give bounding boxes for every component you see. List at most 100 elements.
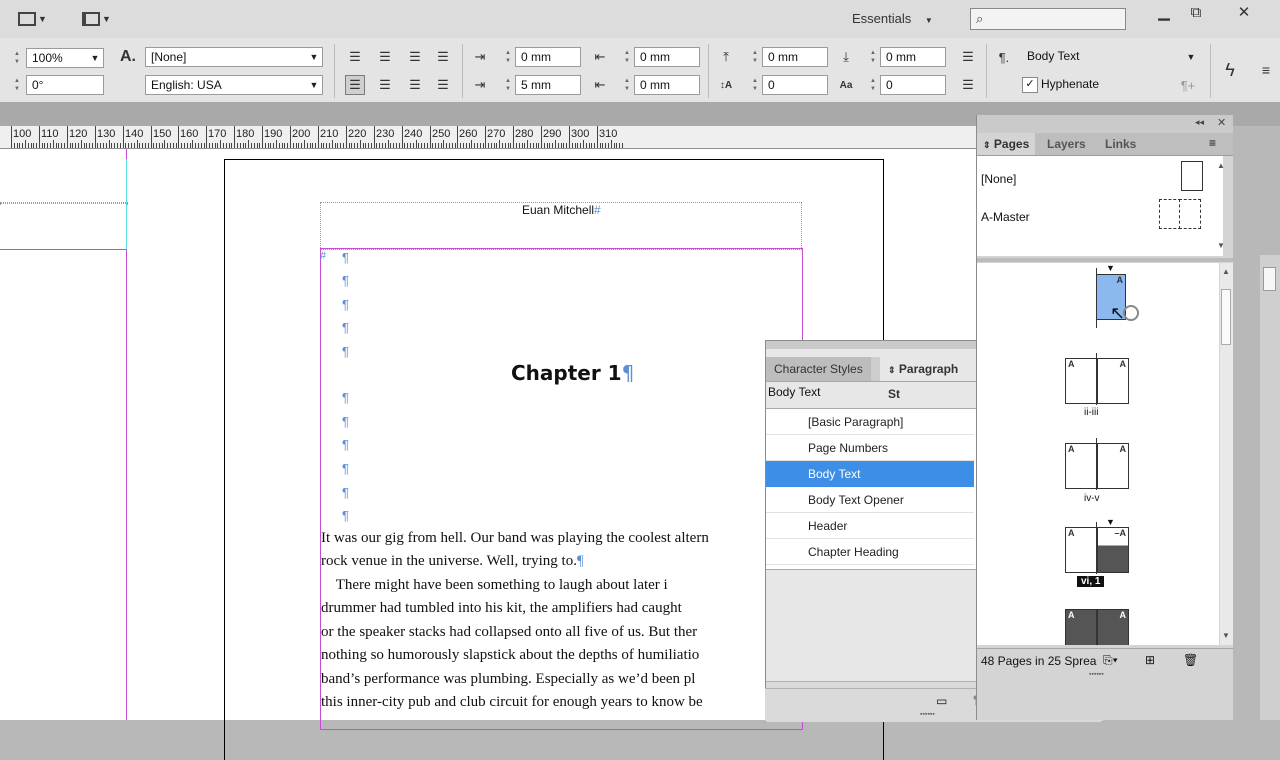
list-item[interactable]: [Basic Paragraph]: [766, 409, 974, 435]
list-item[interactable]: Header: [766, 513, 974, 539]
master-a-left-thumbnail[interactable]: [1159, 199, 1181, 229]
align-towards-spine-icon[interactable]: ☰: [433, 47, 453, 67]
trash-icon[interactable]: 🗑: [1183, 653, 1198, 667]
page-thumbnail[interactable]: A: [1065, 527, 1097, 573]
tab-sort-icon: ⇕: [888, 365, 896, 375]
justify-center-icon[interactable]: ☰: [375, 75, 395, 95]
drop-cap-lines-field[interactable]: 0: [762, 75, 828, 95]
restore-button[interactable]: ⧉: [1176, 2, 1216, 22]
justify-all-icon[interactable]: ☰: [405, 75, 425, 95]
ruler-minor-tick: [508, 143, 509, 148]
page-thumbnail[interactable]: A: [1065, 358, 1097, 404]
body-text-span: rock venue in the universe. Well, trying…: [321, 553, 577, 569]
quick-apply-icon[interactable]: ϟ: [1220, 60, 1240, 80]
page-thumbnail[interactable]: –A: [1097, 527, 1129, 573]
page-thumbnail[interactable]: A: [1065, 609, 1097, 645]
panel-drag-bar[interactable]: ◂◂ ✕: [977, 115, 1233, 133]
chevron-down-icon: ▼: [102, 14, 111, 24]
tab-layers[interactable]: Layers: [1039, 133, 1094, 155]
align-center-icon[interactable]: ☰: [375, 47, 395, 67]
pages-scrollbar[interactable]: ▲ ▼: [1220, 263, 1233, 645]
master-none-thumbnail[interactable]: [1181, 161, 1203, 191]
page-thumbnail[interactable]: A: [1097, 443, 1129, 489]
list-item-selected[interactable]: Body Text: [766, 461, 974, 487]
bullets-icon[interactable]: ☰: [958, 47, 978, 67]
ruler-minor-tick: [204, 143, 205, 148]
last-line-indent-field[interactable]: 0 mm: [634, 75, 700, 95]
chevron-down-icon[interactable]: ▼: [307, 76, 321, 94]
language-dropdown[interactable]: English: USA: [145, 75, 323, 95]
paragraph-style-dropdown[interactable]: Body Text: [1022, 47, 1202, 67]
list-item[interactable]: Chapter Heading: [766, 539, 974, 565]
rotation-field[interactable]: 0°: [26, 75, 104, 95]
panel-menu-icon[interactable]: ≡: [1256, 60, 1276, 80]
right-indent-stepper[interactable]: ▲ ▼: [622, 47, 632, 67]
chevron-down-icon[interactable]: ▼: [88, 49, 102, 67]
pilcrow-icon: ¶: [621, 361, 635, 385]
panel-drag-bar[interactable]: [766, 341, 976, 349]
pilcrow-icon: ¶: [342, 508, 349, 523]
panel-menu-icon[interactable]: ≡: [1209, 136, 1216, 150]
space-after-field[interactable]: 0 mm: [880, 47, 946, 67]
justify-left-icon[interactable]: ☰: [345, 75, 365, 95]
character-style-dropdown[interactable]: [None]: [145, 47, 323, 67]
last-line-indent-stepper[interactable]: ▲ ▼: [622, 75, 632, 95]
drop-cap-chars-stepper[interactable]: ▲ ▼: [868, 75, 878, 95]
tab-paragraph-styles[interactable]: ⇕ Paragraph St: [880, 357, 976, 401]
workspace-switcher[interactable]: Essentials ▼: [852, 8, 933, 30]
edit-page-size-icon[interactable]: ⎘▾: [1103, 653, 1118, 668]
master-a[interactable]: A-Master: [981, 210, 1030, 224]
scroll-down-icon[interactable]: ▼: [1217, 241, 1225, 250]
left-indent-field[interactable]: 0 mm: [515, 47, 581, 67]
search-field[interactable]: ⌕: [970, 8, 1126, 30]
space-after-stepper[interactable]: ▲ ▼: [868, 47, 878, 67]
left-indent-stepper[interactable]: ▲ ▼: [503, 47, 513, 67]
numbering-icon[interactable]: ☰: [958, 75, 978, 95]
scrollbar-thumb[interactable]: [1221, 289, 1231, 345]
right-indent-field[interactable]: 0 mm: [634, 47, 700, 67]
arrange-documents-button[interactable]: ▼: [82, 8, 111, 30]
tab-links[interactable]: Links: [1097, 133, 1144, 155]
clear-overrides-icon[interactable]: ¶+: [1178, 75, 1198, 95]
master-none[interactable]: [None]: [981, 172, 1016, 186]
scroll-down-icon[interactable]: ▼: [1222, 631, 1230, 640]
list-item[interactable]: Body Text Opener: [766, 487, 974, 513]
page-thumbnail[interactable]: A: [1065, 443, 1097, 489]
screen-mode-button[interactable]: ▼: [18, 8, 47, 30]
close-panel-icon[interactable]: ✕: [1217, 116, 1226, 129]
drop-cap-lines-stepper[interactable]: ▲ ▼: [750, 75, 760, 95]
scroll-up-icon[interactable]: ▲: [1217, 161, 1225, 170]
chevron-down-icon[interactable]: ▼: [307, 48, 321, 66]
ruler-minor-tick: [226, 143, 227, 148]
collapse-panel-icon[interactable]: ◂◂: [1195, 117, 1204, 128]
first-line-indent-field[interactable]: 5 mm: [515, 75, 581, 95]
tab-pages[interactable]: ⇕ Pages: [977, 133, 1036, 155]
space-before-field[interactable]: 0 mm: [762, 47, 828, 67]
align-left-icon[interactable]: ☰: [345, 47, 365, 67]
panel-divider[interactable]: [977, 258, 1233, 262]
align-away-spine-icon[interactable]: ☰: [433, 75, 453, 95]
page-thumbnail[interactable]: A: [1097, 358, 1129, 404]
master-a-right-thumbnail[interactable]: [1179, 199, 1201, 229]
page-thumbnail[interactable]: A: [1097, 609, 1129, 645]
document-vertical-scrollbar[interactable]: ▲: [1260, 255, 1280, 720]
close-button[interactable]: ✕: [1224, 2, 1264, 22]
resize-grip-icon[interactable]: ▪▪▪▪▪▪: [920, 711, 935, 718]
zoom-stepper[interactable]: ▲ ▼: [12, 48, 22, 68]
space-before-stepper[interactable]: ▲ ▼: [750, 47, 760, 67]
tab-character-styles[interactable]: Character Styles: [766, 357, 871, 381]
ruler-minor-tick: [75, 143, 76, 148]
list-item[interactable]: Page Numbers: [766, 435, 974, 461]
first-line-indent-icon: ⇥: [474, 77, 486, 92]
hyphenate-checkbox[interactable]: ✓: [1022, 77, 1038, 93]
scroll-up-icon[interactable]: ▲: [1222, 267, 1230, 276]
folder-icon[interactable]: ▭: [936, 694, 947, 708]
new-page-icon[interactable]: ⊞: [1145, 653, 1155, 667]
chevron-down-icon[interactable]: ▼: [1184, 48, 1198, 66]
drop-cap-chars-field[interactable]: 0: [880, 75, 946, 95]
scrollbar-thumb[interactable]: [1263, 267, 1276, 291]
first-line-indent-stepper[interactable]: ▲ ▼: [503, 75, 513, 95]
align-right-icon[interactable]: ☰: [405, 47, 425, 67]
resize-grip-icon[interactable]: ▪▪▪▪▪▪: [1089, 671, 1104, 678]
rotation-stepper[interactable]: ▲ ▼: [12, 75, 22, 95]
